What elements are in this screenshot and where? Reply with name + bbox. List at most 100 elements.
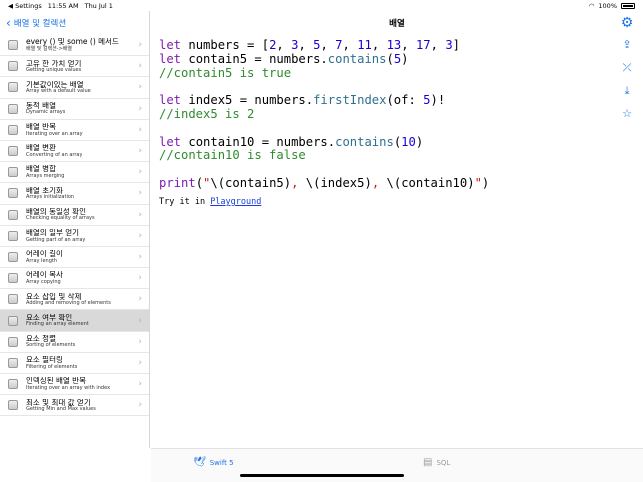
playground-link[interactable]: Playground — [210, 197, 261, 207]
chevron-right-icon: › — [138, 188, 142, 199]
list-item[interactable]: 배열 반복 Iterating over an array › — [0, 120, 149, 141]
list-item-text: 고유 한 가치 얻기 Getting unique values — [26, 60, 81, 74]
swift-icon: 🕊 — [193, 457, 206, 468]
list-item-text: 배열 초기화 Arrays initialization — [26, 187, 74, 201]
chevron-right-icon: › — [138, 251, 142, 262]
tab-sql[interactable]: ▤ SQL — [423, 457, 450, 468]
topic-list: every () 및 some () 메서드 배열 및 컬렉션->배열 › 고유 한 … — [0, 35, 149, 417]
page-title: 배열 — [389, 19, 405, 29]
list-item-title: 고유 한 가치 얻기 — [26, 59, 82, 68]
list-item-subtitle: Finding an array element — [26, 321, 89, 328]
code-file-icon — [8, 167, 18, 178]
list-item-title: every () 및 some () 메서드 — [26, 38, 119, 47]
list-item-subtitle: Converting of an array — [26, 151, 83, 158]
chevron-right-icon: › — [138, 379, 142, 390]
status-bar: ◀ Settings 11:55 AM Thu Jul 1 ◠ 100% — [0, 0, 643, 11]
tab-sql-label: SQL — [436, 458, 451, 467]
main-panel: 배열 ⚙ let numbers = [2, 3, 5, 7, 11, 13, … — [151, 11, 643, 448]
list-item[interactable]: 배열 병합 Arrays merging › — [0, 162, 149, 184]
download-icon[interactable]: ⤓ — [625, 85, 630, 97]
list-item[interactable]: 기본값이있는 배열 Array with a default value › — [0, 77, 149, 99]
code-file-icon — [8, 400, 18, 411]
list-item[interactable]: 배열 변환 Converting of an array › — [0, 141, 149, 163]
wifi-icon: ◠ — [588, 1, 595, 10]
back-button[interactable]: ‹ 배열 및 컬렉션 — [0, 11, 149, 35]
list-item-subtitle: Iterating over an array — [26, 130, 83, 137]
list-item[interactable]: 요소 정렬 Sorting of elements › — [0, 332, 149, 353]
battery-percent: 100% — [598, 1, 617, 10]
code-file-icon — [8, 273, 18, 284]
collapse-icon[interactable]: ⤫ — [623, 62, 632, 74]
code-file-icon — [8, 188, 18, 199]
code-line: //contain5 is true — [159, 65, 292, 80]
code-file-icon — [8, 61, 18, 72]
list-item-title: 최소 및 최대 값 얻기 — [26, 398, 91, 407]
chevron-right-icon: › — [138, 124, 142, 135]
share-icon[interactable]: ⇪ — [622, 39, 631, 51]
list-item-title: 어레이 길이 — [26, 250, 63, 259]
code-line: let numbers = [2, 3, 5, 7, 11, 13, 17, 3… — [159, 38, 461, 52]
list-item[interactable]: every () 및 some () 메서드 배열 및 컬렉션->배열 › — [0, 35, 149, 57]
list-item-subtitle: Dynamic arrays — [26, 109, 66, 116]
list-item-subtitle: Array copying — [26, 278, 61, 285]
list-item-title: 배열 초기화 — [26, 186, 63, 195]
battery-icon — [621, 2, 635, 9]
list-item[interactable]: 배열 초기화 Arrays initialization › — [0, 183, 149, 205]
code-file-icon — [8, 124, 18, 135]
code-block: let numbers = [2, 3, 5, 7, 11, 13, 17, 3… — [159, 38, 489, 191]
list-item-text: 인덱싱된 배열 반복 Iterating over an array with i… — [26, 377, 110, 391]
sidebar: ‹ 배열 및 컬렉션 every () 및 some () 메서드 배열 및 컬렉… — [0, 11, 150, 448]
code-line: let contain5 = numbers.contains(5) — [159, 51, 409, 66]
list-item-text: 배열 반복 Iterating over an array — [26, 123, 83, 137]
list-item-title: 동적 배열 — [26, 101, 56, 110]
list-item-title: 인덱싱된 배열 반복 — [26, 377, 86, 386]
list-item[interactable]: 요소 필터링 Filtering of elements › — [0, 353, 149, 374]
list-item-title: 배열 변환 — [26, 144, 56, 153]
list-item-text: 배열 변환 Converting of an array — [26, 144, 82, 158]
chevron-right-icon: › — [138, 294, 142, 305]
status-time: 11:55 AM — [47, 1, 79, 10]
list-item-subtitle: Getting unique values — [26, 67, 82, 74]
list-item-title: 요소 필터링 — [26, 356, 63, 365]
list-item-title: 배열의 일부 얻기 — [26, 229, 80, 238]
chevron-right-icon: › — [138, 400, 142, 411]
list-item[interactable]: 인덱싱된 배열 반복 Iterating over an array with i… — [0, 374, 149, 396]
list-item-text: 기본값이있는 배열 Array with a default value — [26, 81, 91, 95]
list-item[interactable]: 요소 여부 확인 Finding an array element › — [0, 310, 149, 332]
chevron-right-icon: › — [138, 357, 142, 368]
list-item-title: 배열의 동일성 확인 — [26, 207, 86, 216]
list-item[interactable]: 동적 배열 Dynamic arrays › — [0, 99, 149, 120]
home-indicator — [240, 474, 404, 477]
chevron-right-icon: › — [138, 82, 142, 93]
star-icon[interactable]: ☆ — [622, 108, 632, 120]
status-date: Thu Jul 1 — [84, 1, 113, 10]
list-item-text: every () 및 some () 메서드 배열 및 컬렉션->배열 — [26, 38, 119, 52]
list-item-subtitle: Array with a default value — [26, 88, 91, 95]
list-item[interactable]: 배열의 동일성 확인 Checking equality of arrays › — [0, 205, 149, 226]
list-item[interactable]: 어레이 복사 Array copying › — [0, 268, 149, 290]
code-file-icon — [8, 230, 18, 241]
tab-swift[interactable]: 🕊 Swift 5 — [193, 457, 234, 468]
list-item[interactable]: 최소 및 최대 값 얻기 Getting Min and Max values › — [0, 395, 149, 417]
code-line: //index5 is 2 — [159, 106, 255, 121]
list-item[interactable]: 고유 한 가치 얻기 Getting unique values › — [0, 56, 149, 78]
list-item-text: 요소 삽입 및 삭제 Adding and removing of element… — [26, 293, 111, 307]
list-item-title: 어레이 복사 — [26, 271, 63, 280]
chevron-right-icon: › — [138, 209, 142, 220]
chevron-right-icon: › — [138, 273, 142, 284]
database-icon: ▤ — [423, 457, 433, 468]
list-item[interactable]: 요소 삽입 및 삭제 Adding and removing of element… — [0, 289, 149, 311]
code-file-icon — [8, 357, 18, 368]
gear-icon[interactable]: ⚙ — [619, 15, 635, 31]
list-item-text: 요소 필터링 Filtering of elements — [26, 356, 77, 370]
list-item-subtitle: 배열 및 컬렉션->배열 — [26, 45, 72, 52]
list-item-subtitle: Iterating over an array with index — [26, 384, 111, 391]
list-item-text: 어레이 복사 Array copying — [26, 271, 63, 285]
list-item-subtitle: Sorting of elements — [26, 342, 76, 349]
list-item[interactable]: 배열의 일부 얻기 Getting part of an array › — [0, 226, 149, 247]
back-to-settings[interactable]: ◀ Settings — [8, 2, 42, 10]
tab-swift-label: Swift 5 — [209, 458, 234, 467]
list-item[interactable]: 어레이 길이 Array length › — [0, 247, 149, 269]
